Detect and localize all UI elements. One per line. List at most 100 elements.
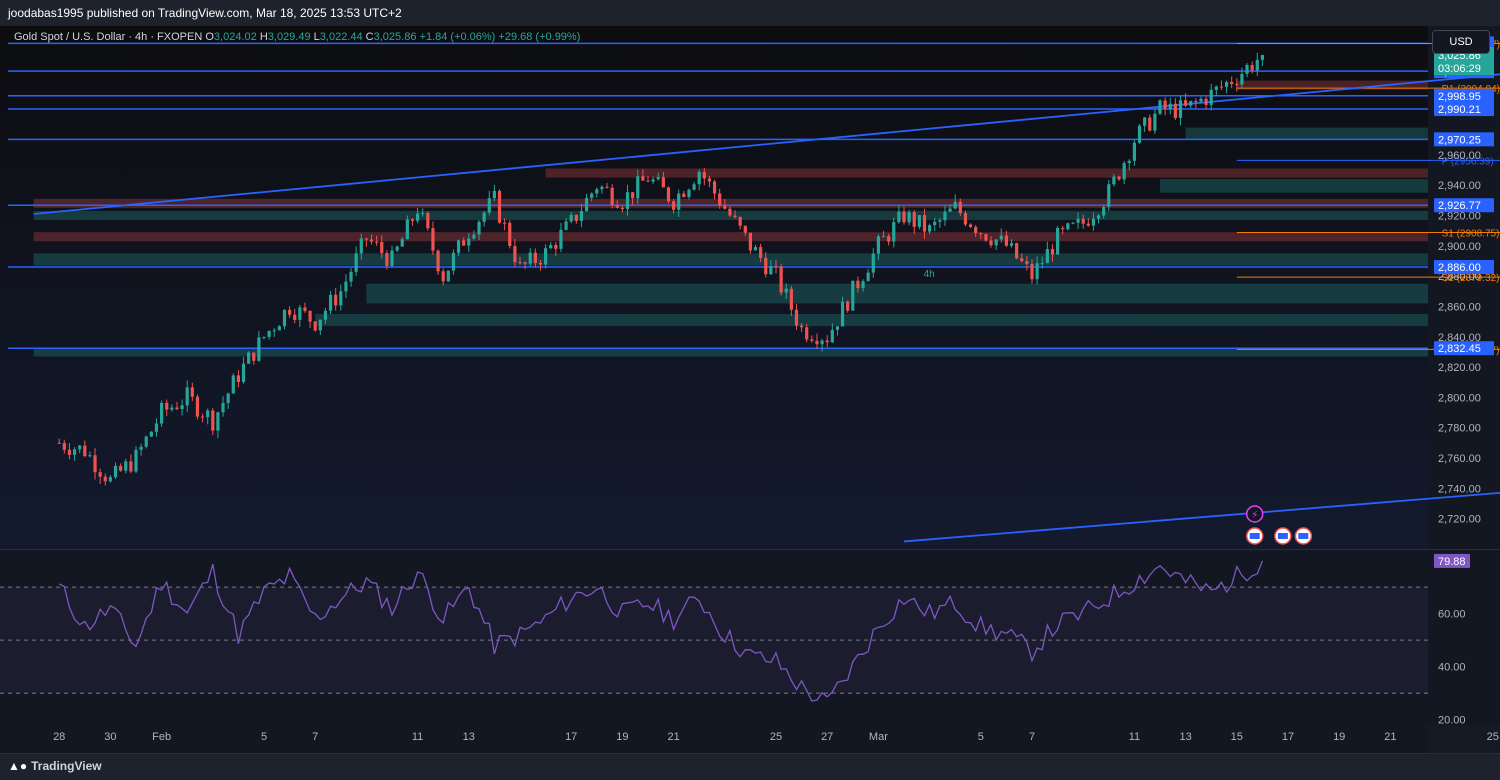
candle-body xyxy=(1004,235,1008,246)
us-flag-stripe xyxy=(1298,533,1309,539)
candle-body xyxy=(692,184,696,190)
candle-body xyxy=(221,402,225,413)
level-price-label: 2,990.21 xyxy=(1438,104,1481,116)
level-price-label: 2,926.77 xyxy=(1438,200,1481,212)
candle-body xyxy=(677,193,681,210)
candle-body xyxy=(1040,263,1044,265)
close-label: C xyxy=(365,31,374,43)
price-tick-label: 2,800.00 xyxy=(1438,392,1481,404)
candle-body xyxy=(963,213,968,225)
time-tick-label: 11 xyxy=(1129,731,1140,743)
candle-body xyxy=(124,461,128,471)
us-flag-stripe xyxy=(1249,533,1260,539)
candle-body xyxy=(180,405,184,410)
price-tick-label: 2,760.00 xyxy=(1438,453,1481,465)
candle-body xyxy=(446,270,450,282)
candle-body xyxy=(1066,223,1070,230)
candle-body xyxy=(211,410,215,431)
candle-body xyxy=(513,246,517,263)
candle-body xyxy=(175,407,179,410)
candle-body xyxy=(267,330,271,337)
open-value: 3,024.02 xyxy=(213,31,257,43)
candle-body xyxy=(1260,55,1264,60)
footer-logo[interactable]: ▲● TradingView xyxy=(8,759,102,773)
candle-body xyxy=(1015,243,1019,259)
candle-body xyxy=(968,224,973,228)
candle-body xyxy=(851,280,855,311)
candle-body xyxy=(98,472,102,477)
candle-body xyxy=(364,238,368,240)
candle-body xyxy=(569,214,573,222)
time-tick-label: 19 xyxy=(1333,731,1345,743)
candle-body xyxy=(113,465,118,478)
candle-body xyxy=(887,236,891,242)
candle-body xyxy=(1091,218,1096,226)
chart-area[interactable]: R2 (3033.47)R1 (3004.04)P (2956.39)S1 (2… xyxy=(0,26,1500,753)
candle-body xyxy=(933,221,937,226)
time-tick-label: 21 xyxy=(667,731,679,743)
candle-body xyxy=(339,291,343,306)
candle-body xyxy=(1240,73,1244,85)
level-price-label: 2,886.00 xyxy=(1438,262,1481,274)
candle-body xyxy=(1168,103,1172,110)
candle-body xyxy=(93,455,97,473)
candle-body xyxy=(661,177,665,188)
candle-body xyxy=(1189,100,1193,106)
candle-body xyxy=(728,208,732,216)
price-tick-label: 2,940.00 xyxy=(1438,180,1481,192)
time-tick-label: 30 xyxy=(104,731,116,743)
candle-body xyxy=(820,340,824,345)
candle-body xyxy=(293,314,297,320)
candle-body xyxy=(712,181,717,194)
time-tick-label: 17 xyxy=(565,731,577,743)
candle-body xyxy=(1076,218,1080,223)
level-price-label: 2,832.45 xyxy=(1438,343,1481,355)
candle-body xyxy=(354,253,358,272)
candle-body xyxy=(83,445,87,457)
candle-body xyxy=(1071,222,1075,224)
candle-body xyxy=(103,476,107,482)
time-tick-label: 17 xyxy=(1282,731,1294,743)
symbol-legend[interactable]: Gold Spot / U.S. Dollar · 4h · FXOPEN O3… xyxy=(14,31,580,43)
candle-body xyxy=(984,234,988,241)
candle-body xyxy=(610,187,614,205)
rsi-tick-label: 60.00 xyxy=(1438,609,1466,621)
candle-body xyxy=(743,225,747,233)
candle-body xyxy=(646,180,650,182)
candle-body xyxy=(861,281,865,288)
time-tick-label: 21 xyxy=(1384,731,1396,743)
candle-body xyxy=(349,271,353,282)
candle-body xyxy=(1230,81,1234,85)
candle-body xyxy=(308,310,312,322)
change2-value: +29.68 (+0.99%) xyxy=(498,31,581,43)
candle-body xyxy=(503,222,507,224)
candle-body xyxy=(1209,89,1213,105)
candle-body xyxy=(759,247,763,259)
candle-body xyxy=(108,477,112,482)
candle-body xyxy=(584,197,589,212)
candle-body xyxy=(405,219,409,240)
us-flag-stripe xyxy=(1277,533,1288,539)
candle-body xyxy=(856,280,860,288)
candle-body xyxy=(1245,65,1249,74)
candle-body xyxy=(462,240,466,246)
candle-body xyxy=(779,266,783,293)
currency-button[interactable]: USD xyxy=(1432,30,1490,54)
candle-body xyxy=(605,186,609,188)
timeframe-marker: 4h xyxy=(924,269,935,280)
price-tick-label: 2,820.00 xyxy=(1438,362,1481,374)
candle-body xyxy=(979,233,983,235)
chart-svg[interactable]: R2 (3033.47)R1 (3004.04)P (2956.39)S1 (2… xyxy=(0,26,1500,753)
candle-body xyxy=(206,410,210,418)
candle-body xyxy=(636,176,640,199)
candle-body xyxy=(144,436,148,447)
candle-body xyxy=(958,201,962,214)
candle-body xyxy=(718,193,722,206)
candle-body xyxy=(477,221,481,235)
time-tick-label: 15 xyxy=(1231,731,1243,743)
candle-body xyxy=(892,222,896,242)
candle-body xyxy=(1178,100,1183,118)
zone-demand xyxy=(1185,127,1428,140)
candle-body xyxy=(508,222,512,247)
candle-body xyxy=(451,252,456,271)
